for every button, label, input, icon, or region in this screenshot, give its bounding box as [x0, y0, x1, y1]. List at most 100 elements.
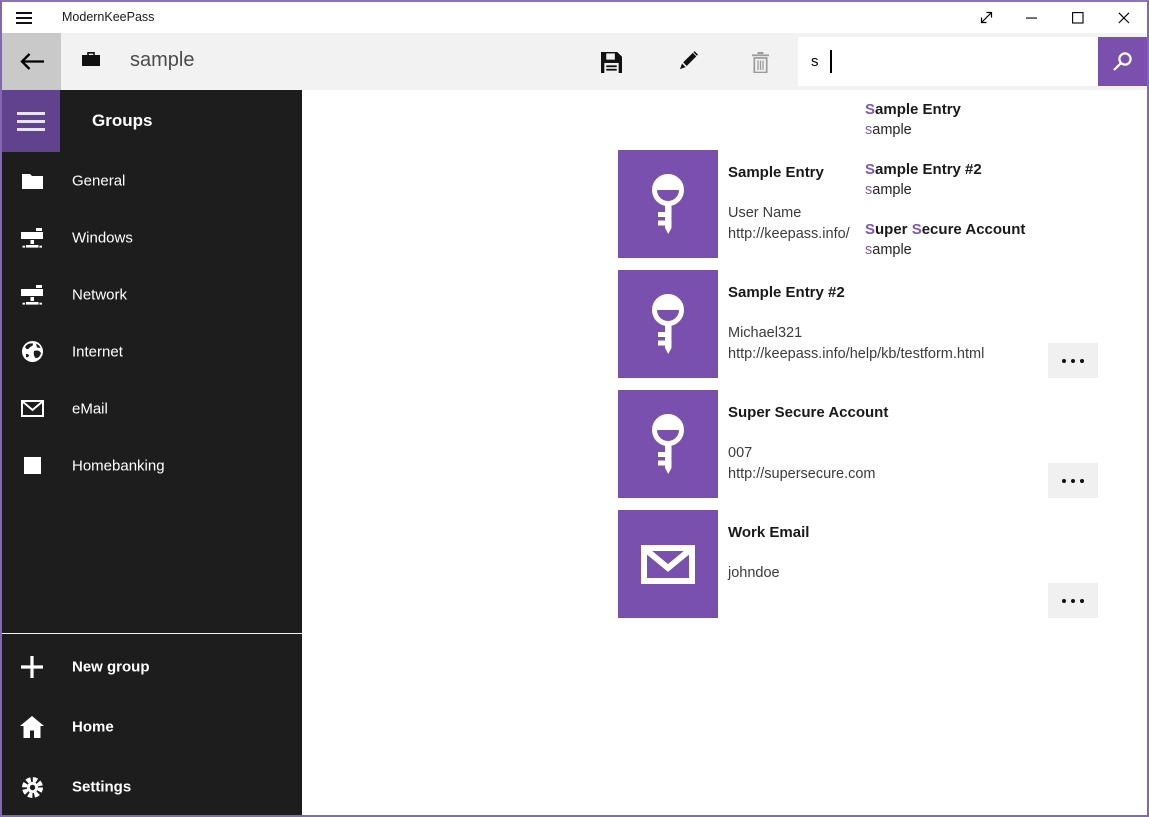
suggestion-title-part: ample Entry [875, 101, 961, 118]
entry-url: http://supersecure.com [728, 464, 876, 485]
suggestion-title-part: S [865, 161, 875, 178]
sidebar-item-label: Settings [72, 779, 131, 796]
app-window: ModernKeePass [0, 0, 1149, 817]
settings-icon [20, 775, 44, 799]
more-icon [1062, 359, 1066, 363]
save-icon [601, 52, 622, 73]
suggestion-subtitle-part: ample [872, 182, 912, 198]
entry-username: 007 [728, 443, 752, 464]
more-button[interactable] [1048, 343, 1098, 378]
sidebar-item-label: Network [72, 286, 127, 303]
suggestion-title: Sample Entry [865, 100, 1140, 120]
suggestion-title-part: S [865, 101, 875, 118]
mail-icon [618, 510, 718, 618]
nav-hamburger-icon[interactable] [2, 90, 60, 152]
entry-tile[interactable] [618, 390, 718, 498]
minimize-icon [1026, 12, 1038, 24]
sidebar-item-homebanking[interactable]: Homebanking [2, 437, 302, 494]
folder-icon [20, 169, 44, 193]
search-button[interactable] [1098, 37, 1147, 86]
entry-url: http://keepass.info/help/kb/testform.htm… [728, 344, 984, 365]
suggestion-subtitle-part: ample [872, 242, 912, 258]
search-icon [1112, 51, 1133, 72]
sidebar-item-label: Windows [72, 229, 133, 246]
entry-tile[interactable] [618, 270, 718, 378]
delete-icon [752, 52, 769, 73]
save-button[interactable] [587, 49, 635, 75]
more-button[interactable] [1048, 583, 1098, 618]
delete-button[interactable] [736, 49, 784, 75]
sidebar-item-label: New group [72, 659, 150, 676]
key-icon [618, 390, 718, 498]
entry-row[interactable]: Sample Entry #2 Michael321 http://keepas… [302, 270, 1147, 378]
entry-username: User Name [728, 203, 801, 224]
computer-icon [20, 226, 44, 250]
fullscreen-button[interactable] [963, 2, 1009, 33]
close-button[interactable] [1101, 2, 1147, 33]
suggestion-title-part: ample Entry #2 [875, 161, 982, 178]
back-button[interactable] [2, 33, 61, 90]
command-bar: sample [2, 33, 1147, 90]
edit-icon [676, 51, 698, 73]
suggestion-subtitle: sample [865, 120, 1140, 140]
suggestion-title: Super Secure Account [865, 220, 1140, 240]
maximize-button[interactable] [1055, 2, 1101, 33]
suggestion-subtitle-part: ample [872, 122, 912, 138]
entry-tile[interactable] [618, 150, 718, 258]
sidebar-item-settings[interactable]: Settings [2, 757, 302, 817]
groups-heading: Groups [92, 111, 152, 131]
entry-username: Michael321 [728, 323, 802, 344]
database-title: sample [130, 49, 194, 72]
titlebar-hamburger-icon[interactable] [16, 10, 36, 26]
search-suggestions-dropdown: Sample Entry sample Sample Entry #2 samp… [857, 90, 1146, 277]
fullscreen-icon [979, 10, 994, 25]
search-input[interactable] [798, 37, 1098, 86]
groups-sidebar: Groups General Windows [2, 90, 302, 815]
entry-title: Sample Entry #2 [728, 283, 845, 303]
entry-title: Work Email [728, 523, 809, 543]
back-arrow-icon [18, 52, 45, 71]
minimize-button[interactable] [1009, 2, 1055, 33]
suggestion-title: Sample Entry #2 [865, 160, 1140, 180]
suggestion-subtitle: sample [865, 240, 1140, 260]
key-icon [618, 150, 718, 258]
more-icon [1062, 479, 1066, 483]
sidebar-item-email[interactable]: eMail [2, 380, 302, 437]
entry-title: Sample Entry [728, 163, 824, 183]
title-bar: ModernKeePass [2, 2, 1147, 33]
entry-tile[interactable] [618, 510, 718, 618]
entry-url: http://keepass.info/ [728, 224, 850, 245]
computer-icon [20, 283, 44, 307]
sidebar-item-label: Homebanking [72, 457, 165, 474]
home-icon [20, 715, 44, 739]
more-button[interactable] [1048, 463, 1098, 498]
sidebar-item-label: General [72, 172, 125, 189]
suggestion-title-part: S [865, 221, 875, 238]
sidebar-item-label: Internet [72, 343, 123, 360]
sidebar-item-new-group[interactable]: New group [2, 637, 302, 697]
entry-row[interactable]: Super Secure Account 007 http://supersec… [302, 390, 1147, 498]
entry-title: Super Secure Account [728, 403, 888, 423]
plus-icon [20, 655, 44, 679]
text-cursor [830, 50, 832, 73]
globe-icon [20, 340, 44, 364]
sidebar-item-general[interactable]: General [2, 152, 302, 209]
entry-row[interactable]: Work Email johndoe [302, 510, 1147, 618]
edit-button[interactable] [663, 49, 711, 75]
close-icon [1118, 12, 1130, 24]
more-icon [1062, 599, 1066, 603]
sidebar-item-windows[interactable]: Windows [2, 209, 302, 266]
sidebar-item-home[interactable]: Home [2, 697, 302, 757]
suggestion-title-part: uper [875, 221, 912, 238]
database-briefcase-icon [82, 52, 100, 66]
entry-username: johndoe [728, 563, 780, 584]
search-suggestion[interactable]: Sample Entry sample [865, 100, 1140, 144]
key-icon [618, 270, 718, 378]
square-icon [20, 454, 44, 478]
search-suggestion[interactable]: Sample Entry #2 sample [865, 160, 1140, 204]
sidebar-item-network[interactable]: Network [2, 266, 302, 323]
search-suggestion[interactable]: Super Secure Account sample [865, 220, 1140, 264]
sidebar-item-label: eMail [72, 400, 108, 417]
sidebar-item-label: Home [72, 719, 114, 736]
sidebar-item-internet[interactable]: Internet [2, 323, 302, 380]
